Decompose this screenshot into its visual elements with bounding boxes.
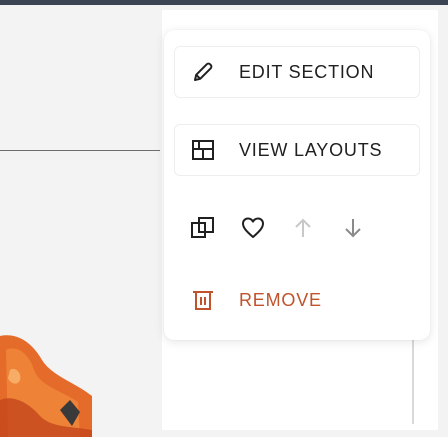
section-context-menu: EDIT SECTION VIEW LAYOUTS REMOVE — [164, 30, 430, 340]
remove-button[interactable]: REMOVE — [174, 274, 420, 326]
trash-icon — [189, 286, 217, 314]
layout-grid-icon — [189, 136, 217, 164]
image-thumbnail — [0, 330, 92, 437]
edit-section-button[interactable]: EDIT SECTION — [174, 46, 420, 98]
section-actions-row — [174, 202, 420, 254]
duplicate-icon[interactable] — [186, 211, 220, 245]
view-layouts-label: VIEW LAYOUTS — [239, 139, 383, 160]
edit-section-label: EDIT SECTION — [239, 61, 375, 82]
view-layouts-button[interactable]: VIEW LAYOUTS — [174, 124, 420, 176]
remove-label: REMOVE — [239, 289, 322, 310]
heart-icon[interactable] — [236, 211, 270, 245]
arrow-down-icon[interactable] — [336, 211, 370, 245]
section-divider — [0, 150, 160, 151]
pencil-icon — [189, 58, 217, 86]
arrow-up-icon[interactable] — [286, 211, 320, 245]
